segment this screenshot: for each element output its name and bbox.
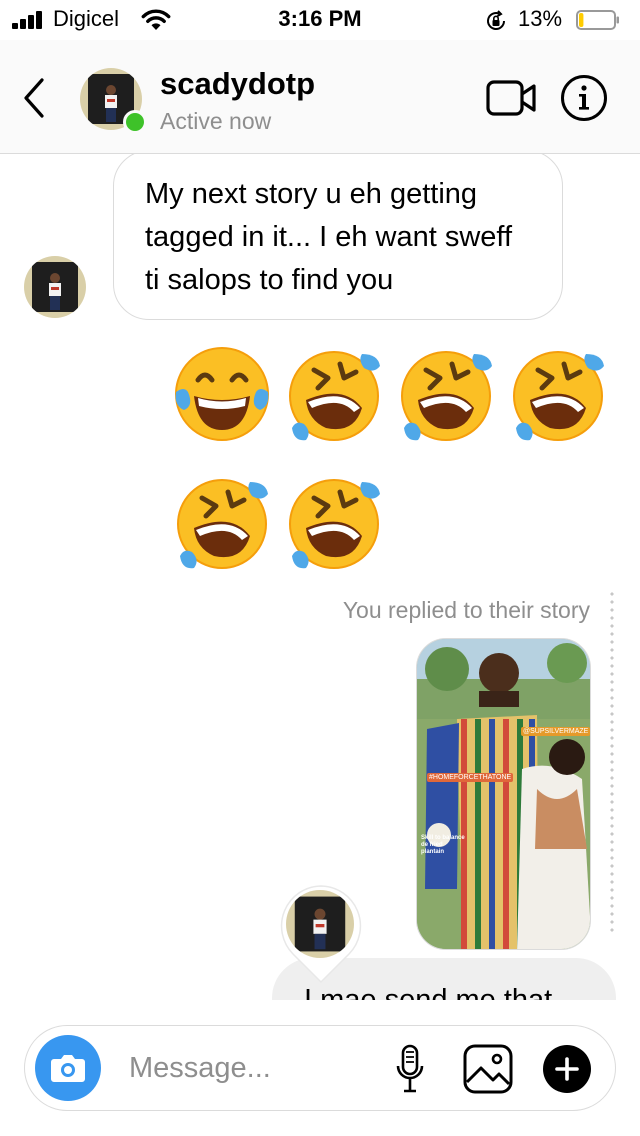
story-reply-label: You replied to their story [342,597,590,623]
incoming-message-bubble[interactable]: My next story u eh getting tagged in it.… [113,154,563,320]
story-reply-rail [610,590,614,932]
message-composer [24,1025,616,1111]
story-photo [417,639,590,949]
sender-avatar[interactable] [24,256,86,318]
rofl-emoji[interactable] [284,344,384,444]
username[interactable]: scadydotp [160,66,315,102]
back-icon[interactable] [20,76,50,120]
rofl-emoji[interactable] [172,472,272,572]
battery-icon [576,10,619,30]
gallery-icon[interactable] [463,1044,513,1094]
signal-icon [12,11,46,29]
active-status: Active now [160,108,272,134]
mic-icon[interactable] [395,1044,425,1094]
seen-avatar [286,890,354,958]
message-input[interactable] [129,1042,369,1094]
info-icon[interactable] [560,74,608,122]
video-call-icon[interactable] [486,78,538,118]
online-indicator [123,110,147,134]
carrier-name: Digicel [53,6,120,31]
story-caption: Skill to balance de fried plantain [421,835,465,855]
camera-button[interactable] [35,1035,101,1101]
camera-icon [51,1055,85,1082]
status-bar: Digicel 3:16 PM 13% [0,0,640,40]
wifi-icon [141,9,171,30]
battery-percent: 13% [518,6,563,31]
message-thread[interactable]: My next story u eh getting tagged in it.… [0,154,640,1000]
story-hashtag: #HOMEFORCETHATONE [427,773,514,782]
joy-emoji[interactable] [172,344,272,444]
orientation-lock-icon [487,10,505,30]
rofl-emoji[interactable] [396,344,496,444]
rofl-emoji[interactable] [508,344,608,444]
rofl-emoji[interactable] [284,472,384,572]
chat-header: scadydotp Active now [0,40,640,154]
story-mention-tag: @SUPSILVERMAZE [521,727,590,736]
story-thumbnail[interactable]: @SUPSILVERMAZE #HOMEFORCETHATONE Skill t… [416,638,591,950]
plus-icon [555,1057,579,1081]
add-button[interactable] [543,1045,591,1093]
